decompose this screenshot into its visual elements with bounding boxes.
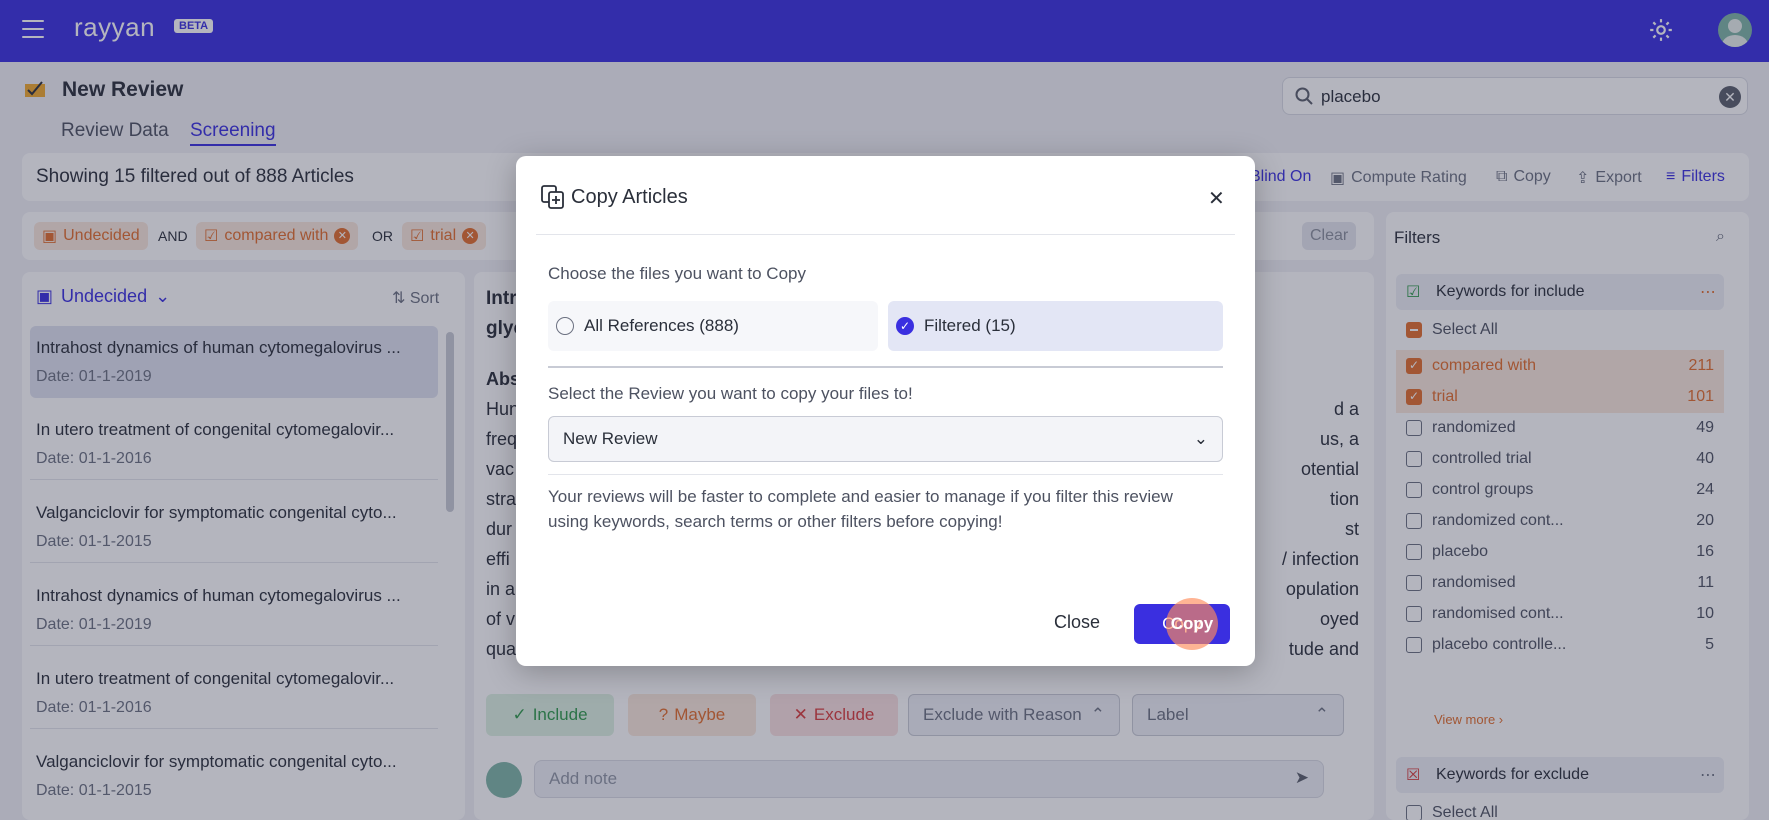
click-indicator: Copy bbox=[1166, 598, 1218, 650]
close-button[interactable]: Close bbox=[1054, 612, 1100, 633]
close-icon[interactable]: ✕ bbox=[1208, 186, 1225, 211]
choose-files-label: Choose the files you want to Copy bbox=[548, 264, 806, 283]
modal-title: Copy Articles bbox=[571, 186, 688, 208]
radio-filtered[interactable]: ✓ Filtered (15) bbox=[888, 301, 1223, 351]
divider bbox=[548, 474, 1223, 475]
divider bbox=[536, 234, 1235, 235]
info-text: Your reviews will be faster to complete … bbox=[548, 487, 1173, 531]
radio-checked-icon[interactable]: ✓ bbox=[896, 317, 914, 335]
chevron-down-icon: ⌄ bbox=[1193, 429, 1208, 448]
radio-all-references[interactable]: All References (888) bbox=[548, 301, 878, 351]
select-review-label: Select the Review you want to copy your … bbox=[548, 384, 913, 403]
divider bbox=[548, 366, 1223, 368]
copy-articles-modal: Copy Articles ✕ Choose the files you wan… bbox=[516, 156, 1255, 666]
review-select[interactable]: New Review ⌄ bbox=[548, 416, 1223, 462]
copy-articles-icon bbox=[541, 185, 564, 209]
radio-icon[interactable] bbox=[556, 317, 574, 335]
